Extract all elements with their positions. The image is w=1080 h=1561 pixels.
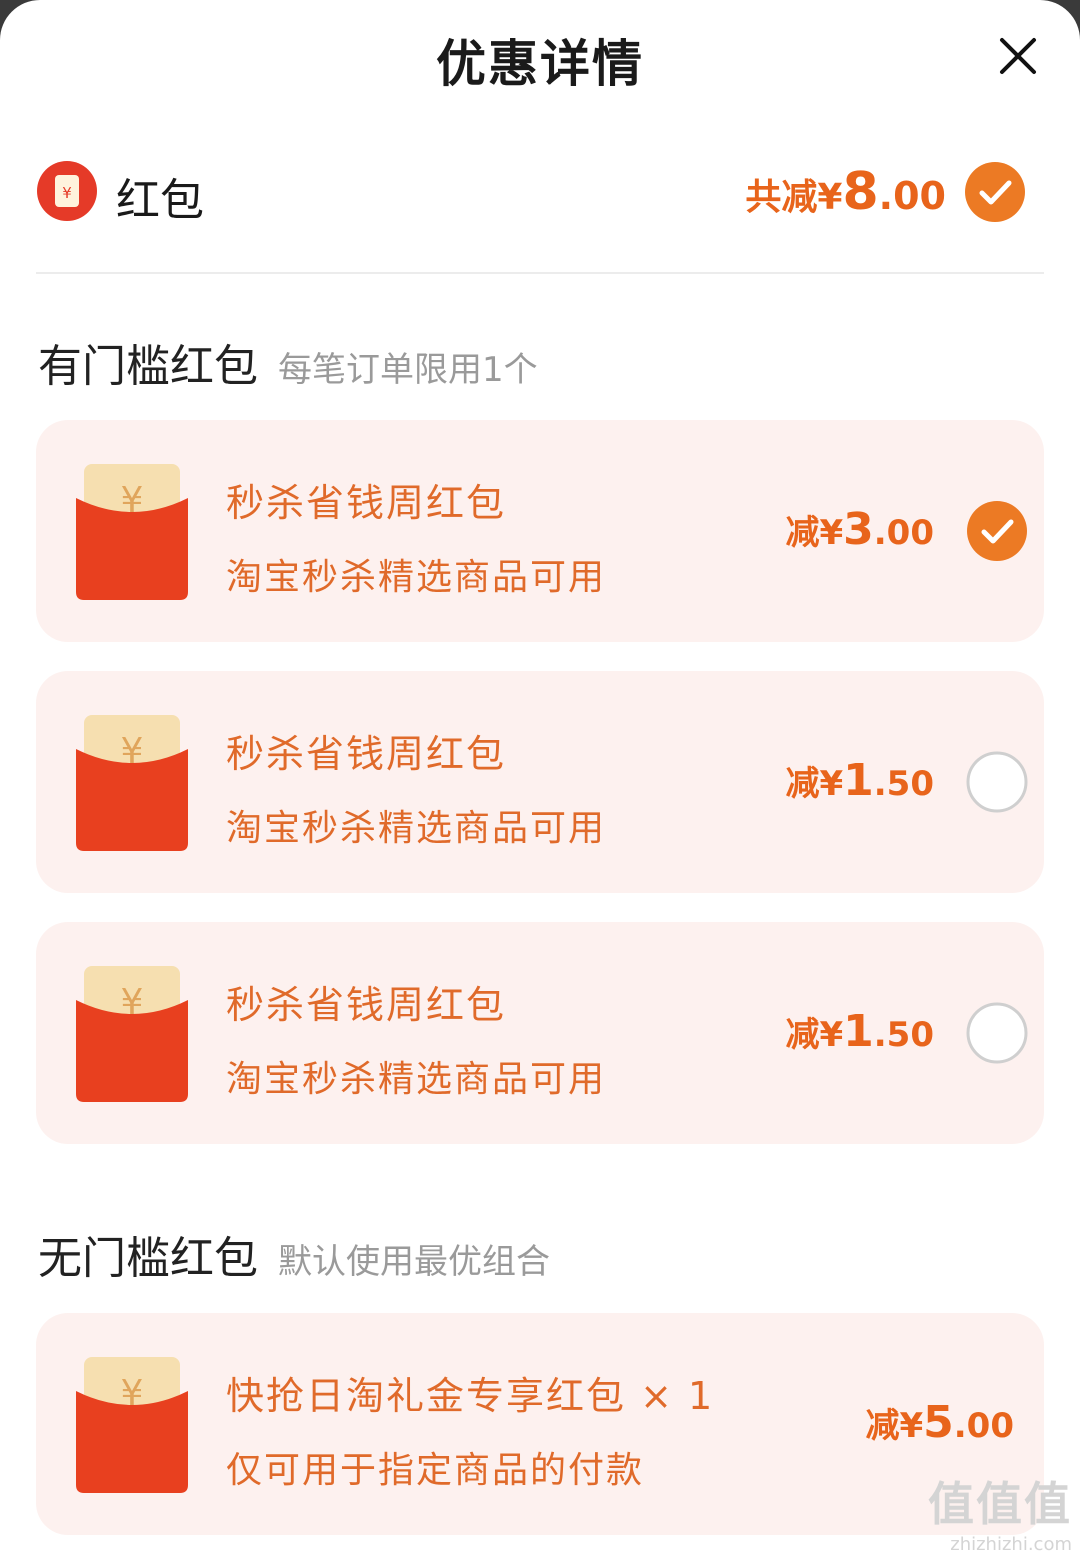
- amount-int: 1: [843, 1006, 874, 1057]
- amount-int: 3: [843, 504, 874, 555]
- coupon-name: 快抢日淘礼金专享红包 × 1: [226, 1374, 715, 1418]
- coupon-amount: 减¥ 3.00: [785, 504, 934, 555]
- red-envelope-icon: ¥: [76, 1357, 188, 1493]
- page-title: 优惠详情: [436, 35, 644, 93]
- summary-total-dec: .00: [878, 174, 946, 218]
- amount-dec: .50: [873, 764, 934, 804]
- red-envelope-icon: ¥: [76, 464, 188, 600]
- coupon-card[interactable]: ¥ 秒杀省钱周红包 淘宝秒杀精选商品可用 减¥ 1.50: [36, 671, 1044, 893]
- coupon-name: 秒杀省钱周红包: [226, 481, 507, 525]
- amount-int: 5: [923, 1397, 954, 1448]
- svg-text:¥: ¥: [62, 184, 72, 202]
- section-subtitle: 每笔订单限用1个: [278, 350, 538, 390]
- summary-total-int: 8: [842, 162, 879, 222]
- red-envelope-icon: ¥: [76, 966, 188, 1102]
- coupon-card[interactable]: ¥ 秒杀省钱周红包 淘宝秒杀精选商品可用 减¥ 3.00: [36, 420, 1044, 642]
- coupon-name: 秒杀省钱周红包: [226, 983, 507, 1027]
- watermark-domain: zhizhizhi.com: [950, 1534, 1072, 1555]
- coupon-card[interactable]: ¥ 秒杀省钱周红包 淘宝秒杀精选商品可用 减¥ 1.50: [36, 922, 1044, 1144]
- watermark-mark: 值值值: [928, 1477, 1072, 1531]
- coupon-checkbox-checked[interactable]: [966, 500, 1028, 562]
- coupon-amount: 减¥ 5.00: [865, 1397, 1014, 1448]
- amount-prefix: 减¥: [785, 764, 844, 804]
- amount-dec: .00: [953, 1406, 1014, 1446]
- coupon-desc: 淘宝秒杀精选商品可用: [226, 808, 607, 849]
- coupon-detail-sheet: 优惠详情 ¥ 红包 共减¥ 8.00 有门槛红包 每笔订单限用1个 ¥ 秒杀省钱周…: [0, 0, 1080, 1561]
- summary-total-prefix: 共减¥: [745, 177, 843, 218]
- summary-total: 共减¥ 8.00: [745, 162, 946, 222]
- coupon-checkbox[interactable]: [966, 1002, 1028, 1064]
- watermark: 值值值 zhizhizhi.com: [928, 1468, 1072, 1555]
- summary-label: 红包: [116, 175, 204, 226]
- coupon-desc: 淘宝秒杀精选商品可用: [226, 1059, 607, 1100]
- coupon-checkbox[interactable]: [966, 751, 1028, 813]
- section-title: 有门槛红包: [38, 341, 258, 392]
- amount-dec: .00: [873, 513, 934, 553]
- coupon-amount: 减¥ 1.50: [785, 1006, 934, 1057]
- coupon-desc: 淘宝秒杀精选商品可用: [226, 557, 607, 598]
- red-envelope-icon: ¥: [37, 161, 97, 221]
- section-title: 无门槛红包: [38, 1233, 258, 1284]
- amount-prefix: 减¥: [785, 513, 844, 553]
- amount-int: 1: [843, 755, 874, 806]
- coupon-card[interactable]: ¥ 快抢日淘礼金专享红包 × 1 仅可用于指定商品的付款 减¥ 5.00: [36, 1313, 1044, 1535]
- coupon-amount: 减¥ 1.50: [785, 755, 934, 806]
- summary-checkbox[interactable]: [964, 161, 1026, 223]
- amount-dec: .50: [873, 1015, 934, 1055]
- coupon-desc: 仅可用于指定商品的付款: [226, 1450, 645, 1491]
- no-threshold-section-header: 无门槛红包 默认使用最优组合: [38, 1222, 550, 1286]
- section-subtitle: 默认使用最优组合: [278, 1242, 550, 1282]
- red-envelope-icon: ¥: [76, 715, 188, 851]
- divider: [36, 272, 1044, 274]
- amount-prefix: 减¥: [785, 1015, 844, 1055]
- close-icon[interactable]: [996, 34, 1040, 78]
- threshold-section-header: 有门槛红包 每笔订单限用1个: [38, 330, 538, 394]
- coupon-name: 秒杀省钱周红包: [226, 732, 507, 776]
- amount-prefix: 减¥: [865, 1406, 924, 1446]
